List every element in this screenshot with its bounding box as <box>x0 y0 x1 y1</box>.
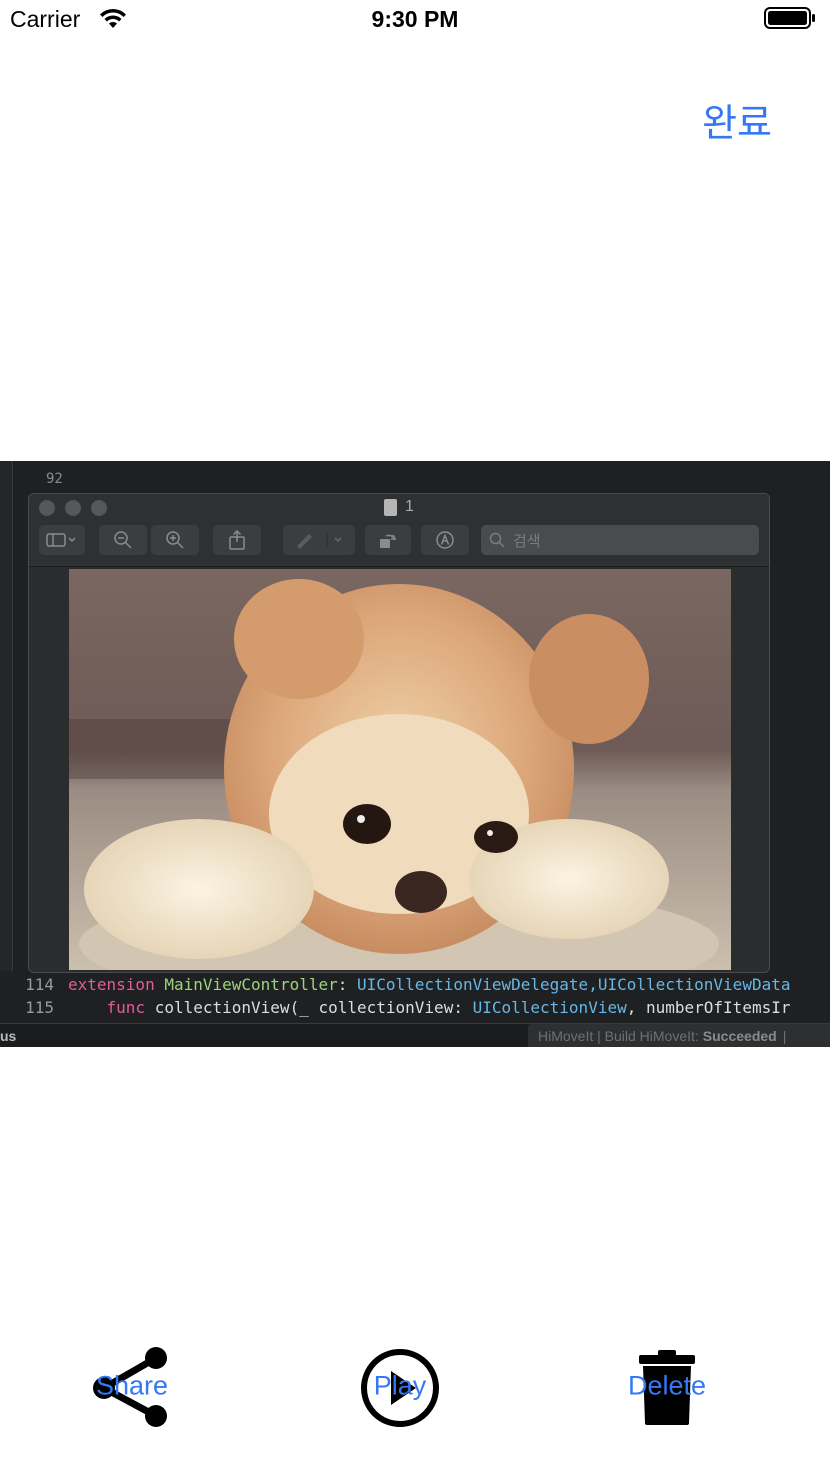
media-preview: 92 1 검색 114 extension MainViewController… <box>0 461 830 1047</box>
document-icon <box>384 498 397 516</box>
code-line-number: 115 <box>25 998 54 1017</box>
zoom-out-icon <box>99 525 147 555</box>
code-rest: , numberOfItemsIr <box>626 998 791 1017</box>
status-left-label: us <box>0 1028 17 1044</box>
dog-photo <box>69 569 731 970</box>
document-title: 1 <box>384 498 414 516</box>
clock: 9:30 PM <box>371 6 459 32</box>
photo-area <box>29 567 769 972</box>
delete-label: Delete <box>627 1370 707 1401</box>
document-title-text: 1 <box>405 498 414 515</box>
zoom-dot-icon <box>91 500 107 516</box>
sidebar-toggle-icon <box>39 525 85 555</box>
markup-pen-icon <box>283 525 355 555</box>
battery-icon <box>764 7 815 29</box>
rotate-icon <box>365 525 411 555</box>
code-type-name: UICollectionView <box>472 998 627 1017</box>
editor-status-bar: us HiMoveIt | Build HiMoveIt: Succeeded … <box>0 1023 830 1047</box>
build-status-prefix: HiMoveIt | Build HiMoveIt: <box>538 1028 699 1044</box>
code-text: collectionView(_ collectionView: <box>154 998 473 1017</box>
code-type-name: MainViewController <box>164 975 338 994</box>
code-separator: : <box>337 975 357 994</box>
build-status: HiMoveIt | Build HiMoveIt: Succeeded | <box>528 1024 830 1047</box>
done-button[interactable]: 완료 <box>702 92 772 147</box>
close-dot-icon <box>39 500 55 516</box>
minimize-dot-icon <box>65 500 81 516</box>
code-line: 114 extension MainViewController: UIColle… <box>0 975 790 994</box>
code-keyword: func <box>106 998 146 1017</box>
line-number: 92 <box>46 471 63 487</box>
code-line: 115 func collectionView(_ collectionView… <box>0 998 790 1018</box>
code-protocols: UICollectionViewDelegate,UICollectionVie… <box>357 975 791 994</box>
window-titlebar: 1 검색 <box>29 494 769 567</box>
editor-gutter <box>0 461 13 971</box>
share-label: Share <box>95 1370 169 1401</box>
code-keyword: extension <box>68 975 155 994</box>
search-field: 검색 <box>481 525 759 555</box>
share-button[interactable]: Share <box>90 1346 174 1430</box>
search-placeholder: 검색 <box>513 532 541 550</box>
build-status-result: Succeeded <box>702 1028 777 1044</box>
preview-window: 1 검색 <box>28 493 770 973</box>
zoom-in-icon <box>151 525 199 555</box>
build-status-suffix: | <box>782 1028 787 1044</box>
search-icon <box>489 532 505 548</box>
play-label: Play <box>373 1370 427 1401</box>
share-sheet-icon <box>213 525 261 555</box>
status-bar: Carrier 9:30 PM <box>0 0 830 40</box>
markup-icon <box>421 525 469 555</box>
delete-button[interactable]: Delete <box>625 1346 709 1430</box>
code-line-number: 114 <box>25 975 54 994</box>
play-button[interactable]: Play <box>358 1346 442 1430</box>
